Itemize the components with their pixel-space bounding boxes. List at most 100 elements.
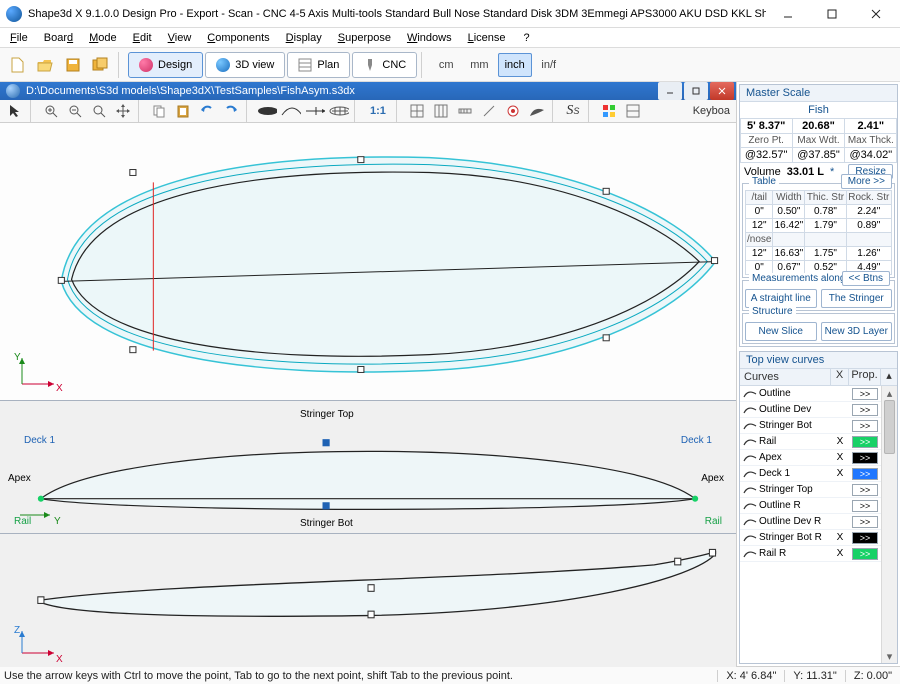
- toolbar-new-icon[interactable]: [4, 52, 30, 78]
- scroll-up-icon[interactable]: ▴: [882, 386, 897, 400]
- curve-prop[interactable]: >>: [849, 532, 881, 544]
- menu-board[interactable]: Board: [36, 30, 81, 46]
- menu-license[interactable]: License: [460, 30, 514, 46]
- keyboard-label[interactable]: Keyboa: [693, 105, 732, 117]
- window-minimize-button[interactable]: [766, 0, 810, 28]
- volume-lock[interactable]: *: [830, 166, 834, 178]
- menu-file[interactable]: File: [2, 30, 36, 46]
- zero-pt-value[interactable]: @32.57": [740, 147, 793, 163]
- document-maximize-button[interactable]: [684, 82, 708, 100]
- palette-icon[interactable]: [598, 100, 620, 122]
- fin-icon[interactable]: [526, 100, 548, 122]
- view-outline-icon[interactable]: [256, 100, 278, 122]
- curve-prop[interactable]: >>: [849, 404, 881, 416]
- drawing-panes[interactable]: X Y Stringer Top Stringer Bot Deck 1 Dec…: [0, 123, 736, 667]
- menu-windows[interactable]: Windows: [399, 30, 460, 46]
- curve-prop[interactable]: >>: [849, 468, 881, 480]
- curve-x[interactable]: X: [831, 468, 849, 479]
- maxw-at-value[interactable]: @37.85": [792, 147, 845, 163]
- curve-row[interactable]: Deck 1X>>: [740, 466, 897, 482]
- tool-zoomin-icon[interactable]: [40, 100, 62, 122]
- window-maximize-button[interactable]: [810, 0, 854, 28]
- curve-row[interactable]: ApexX>>: [740, 450, 897, 466]
- menu-components[interactable]: Components: [199, 30, 277, 46]
- more-button[interactable]: More >>: [841, 174, 892, 189]
- length-value[interactable]: 5' 8.37": [740, 118, 793, 134]
- mode-cnc-button[interactable]: CNC: [352, 52, 417, 78]
- document-close-button[interactable]: [710, 82, 734, 100]
- unit-inf-button[interactable]: in/f: [534, 53, 564, 77]
- grid1-icon[interactable]: [406, 100, 428, 122]
- curve-prop[interactable]: >>: [849, 500, 881, 512]
- buoy-icon[interactable]: [502, 100, 524, 122]
- curve-x[interactable]: X: [831, 436, 849, 447]
- toolbar-open-icon[interactable]: [32, 52, 58, 78]
- unit-inch-button[interactable]: inch: [498, 53, 532, 77]
- ruler-icon[interactable]: [454, 100, 476, 122]
- zoom-ratio[interactable]: 1:1: [364, 105, 392, 117]
- curve-prop[interactable]: >>: [849, 516, 881, 528]
- document-minimize-button[interactable]: [658, 82, 682, 100]
- vsplit-icon[interactable]: [622, 100, 644, 122]
- curve-prop[interactable]: >>: [849, 484, 881, 496]
- pane-cross-section[interactable]: Stringer Top Stringer Bot Deck 1 Deck 1 …: [0, 400, 736, 533]
- curves-scrollbar[interactable]: ▴ ▾: [881, 386, 897, 663]
- tool-paste-icon[interactable]: [172, 100, 194, 122]
- curve-prop[interactable]: >>: [849, 436, 881, 448]
- new-3dlayer-button[interactable]: New 3D Layer: [821, 322, 893, 341]
- scroll-up-header[interactable]: ▴: [881, 369, 897, 385]
- tool-undo-icon[interactable]: [196, 100, 218, 122]
- curve-row[interactable]: Outline R>>: [740, 498, 897, 514]
- curve-row[interactable]: Stringer Bot RX>>: [740, 530, 897, 546]
- menu-view[interactable]: View: [160, 30, 200, 46]
- unit-cm-button[interactable]: cm: [431, 53, 461, 77]
- curve-row[interactable]: Rail RX>>: [740, 546, 897, 562]
- curve-prop[interactable]: >>: [849, 388, 881, 400]
- curve-row[interactable]: Stringer Top>>: [740, 482, 897, 498]
- pane-profile[interactable]: X Z: [0, 533, 736, 666]
- menu-edit[interactable]: Edit: [125, 30, 160, 46]
- scroll-down-icon[interactable]: ▾: [882, 649, 897, 663]
- tool-redo-icon[interactable]: [220, 100, 242, 122]
- btns-toggle-button[interactable]: << Btns: [842, 271, 890, 286]
- curves-list[interactable]: Outline>>Outline Dev>>Stringer Bot>>Rail…: [740, 386, 897, 663]
- tool-copy-icon[interactable]: [148, 100, 170, 122]
- curve-x[interactable]: X: [831, 452, 849, 463]
- stringer-button[interactable]: The Stringer: [821, 289, 893, 308]
- pane-outline[interactable]: X Y: [0, 123, 736, 400]
- curve-prop[interactable]: >>: [849, 420, 881, 432]
- thick-value[interactable]: 2.41": [844, 118, 897, 134]
- menu-display[interactable]: Display: [278, 30, 330, 46]
- scroll-thumb[interactable]: [884, 400, 895, 454]
- mode-design-button[interactable]: Design: [128, 52, 203, 78]
- width-value[interactable]: 20.68": [792, 118, 845, 134]
- curve-row[interactable]: Stringer Bot>>: [740, 418, 897, 434]
- mode-plan-button[interactable]: Plan: [287, 52, 350, 78]
- angle-icon[interactable]: SS: [562, 100, 584, 122]
- menu-superpose[interactable]: Superpose: [330, 30, 399, 46]
- curve-x[interactable]: X: [831, 532, 849, 543]
- grid2-icon[interactable]: [430, 100, 452, 122]
- new-slice-button[interactable]: New Slice: [745, 322, 817, 341]
- curve-prop[interactable]: >>: [849, 548, 881, 560]
- toolbar-saveall-icon[interactable]: [88, 52, 114, 78]
- view-slice-icon[interactable]: [280, 100, 302, 122]
- curve-prop[interactable]: >>: [849, 452, 881, 464]
- antialias-icon[interactable]: [478, 100, 500, 122]
- curve-row[interactable]: Outline Dev>>: [740, 402, 897, 418]
- curve-row[interactable]: Outline Dev R>>: [740, 514, 897, 530]
- menu-mode[interactable]: Mode: [81, 30, 125, 46]
- view-rocker-icon[interactable]: [304, 100, 326, 122]
- menu-help[interactable]: ?: [516, 30, 538, 46]
- toolbar-save-icon[interactable]: [60, 52, 86, 78]
- window-close-button[interactable]: [854, 0, 898, 28]
- tool-zoomfit-icon[interactable]: [88, 100, 110, 122]
- tool-pointer-icon[interactable]: [4, 100, 26, 122]
- tool-zoomout-icon[interactable]: [64, 100, 86, 122]
- curve-row[interactable]: Outline>>: [740, 386, 897, 402]
- view-wire-icon[interactable]: [328, 100, 350, 122]
- mode-3dview-button[interactable]: 3D view: [205, 52, 285, 78]
- curve-x[interactable]: X: [831, 548, 849, 559]
- curve-row[interactable]: RailX>>: [740, 434, 897, 450]
- maxt-at-value[interactable]: @34.02": [844, 147, 897, 163]
